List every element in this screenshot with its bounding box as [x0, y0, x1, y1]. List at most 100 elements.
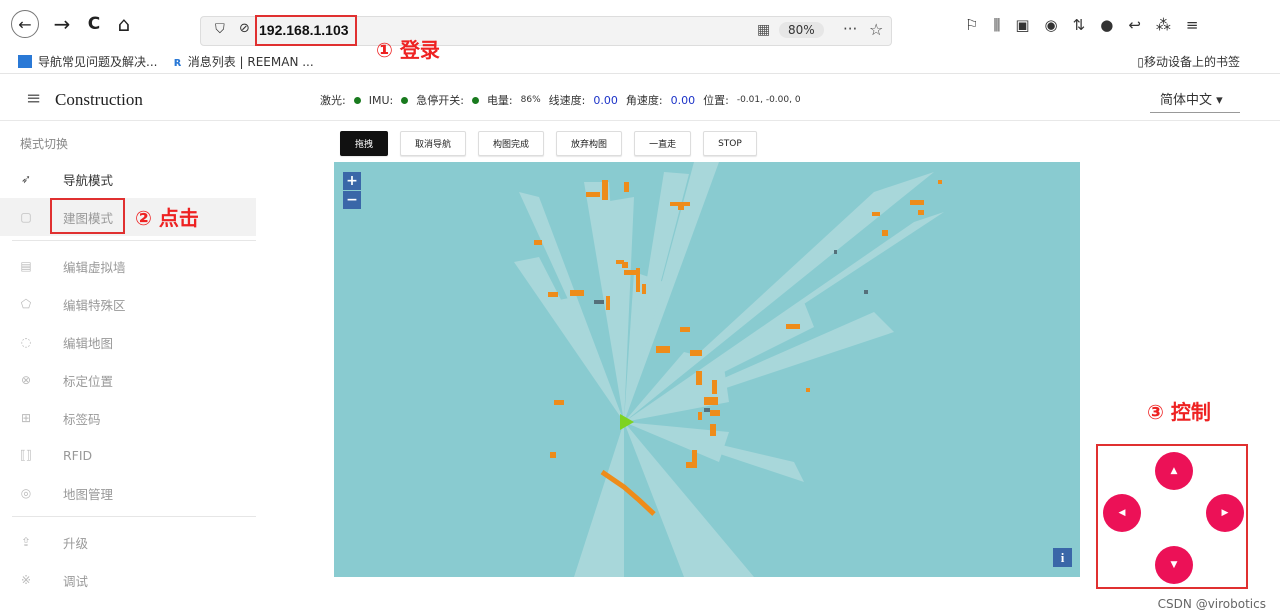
- battery-value: 86%: [520, 95, 541, 105]
- sidebar-item-edit-special-area[interactable]: ⬠ 编辑特殊区: [0, 285, 256, 323]
- sidebar-header: 模式切换: [20, 137, 69, 151]
- laser-status-indicator: [353, 96, 361, 104]
- navigation-arrow-icon: ➶: [20, 172, 32, 186]
- step3-annotation: ③ 控制: [1147, 400, 1211, 424]
- mobile-bookmarks-label: 移动设备上的书签: [1143, 55, 1240, 69]
- angular-speed-label: 角速度:: [625, 94, 663, 107]
- sidebar-item-label: 地图管理: [63, 486, 114, 502]
- share-icon[interactable]: ↩: [1128, 16, 1141, 34]
- bookmark-favicon-icon: [18, 55, 32, 68]
- drag-button[interactable]: 拖拽: [340, 131, 389, 156]
- sidebar-item-label: 调试: [63, 573, 89, 589]
- sidebar-item-label: 编辑地图: [63, 335, 114, 351]
- forward-button[interactable]: →: [48, 10, 76, 38]
- home-button[interactable]: ⌂: [110, 10, 138, 38]
- sidebar-item-calibrate-position[interactable]: ⊗ 标定位置: [0, 361, 256, 399]
- insecure-lock-icon[interactable]: ⊘: [239, 21, 250, 36]
- bookmark-item[interactable]: 导航常见问题及解决...: [18, 53, 157, 70]
- sidebar-divider: [12, 516, 256, 517]
- calibrate-icon: ⊗: [20, 373, 32, 387]
- keep-moving-button[interactable]: 一直走: [634, 131, 692, 156]
- bookmark-label: 消息列表 | REEMAN ...: [187, 55, 314, 69]
- map-zoom-controls: + −: [343, 172, 361, 209]
- move-backward-button[interactable]: ▼: [1155, 546, 1193, 584]
- turn-left-button[interactable]: ◀: [1103, 494, 1141, 532]
- mode-sidebar: 模式切换 ➶ 导航模式 ▢ 建图模式 ▤ 编辑虚拟墙 ⬠ 编辑特殊区 ◌ 编辑地…: [0, 122, 256, 615]
- sidebar-item-label: 编辑特殊区: [63, 297, 126, 313]
- account-icon[interactable]: ◉: [1045, 16, 1058, 34]
- area-icon: ⬠: [20, 297, 32, 311]
- language-underline: [1150, 112, 1240, 113]
- robot-status: 激光: IMU: 急停开关: 电量: 86% 线速度: 0.00 角速度: 0.00 …: [320, 92, 801, 108]
- laser-scan-svg: [514, 162, 944, 577]
- sidebar-item-edit-virtual-wall[interactable]: ▤ 编辑虚拟墙: [0, 247, 256, 285]
- qr-code-icon[interactable]: ▦: [757, 22, 770, 38]
- extension-icon[interactable]: ⇅: [1073, 16, 1086, 34]
- app-title: Construction: [55, 90, 143, 109]
- angular-speed-value: 0.00: [670, 93, 696, 107]
- sidebar-item-edit-map[interactable]: ◌ 编辑地图: [0, 323, 256, 361]
- slam-map-canvas[interactable]: [334, 162, 1080, 577]
- browser-toolbar: ← → C ⌂ ⛉ ⊘ 192.168.1.103 ▦ 80% ··· ☆ ① …: [0, 0, 1280, 62]
- battery-label: 电量:: [486, 94, 513, 107]
- sidebar-divider: [12, 240, 256, 241]
- rfid-icon: ⟦⟧: [20, 448, 32, 462]
- app-header: ≡ Construction 激光: IMU: 急停开关: 电量: 86% 线速度…: [0, 77, 1280, 121]
- chat-icon[interactable]: ●: [1100, 16, 1113, 34]
- finish-mapping-button[interactable]: 构图完成: [478, 131, 545, 156]
- position-value: -0.01, -0.00, 0: [736, 95, 801, 105]
- mapping-mode-highlight-box: [50, 198, 125, 234]
- download-icon[interactable]: ⚐: [965, 16, 978, 34]
- debug-bug-icon: ※: [20, 573, 32, 587]
- estop-label: 急停开关:: [416, 94, 464, 107]
- url-highlight-box: [255, 15, 357, 46]
- upgrade-icon: ⇪: [20, 535, 32, 549]
- bookmark-star-icon[interactable]: ☆: [869, 20, 883, 39]
- zoom-in-button[interactable]: +: [343, 172, 361, 190]
- more-actions-icon[interactable]: ···: [843, 20, 857, 38]
- sidebar-item-navigation-mode[interactable]: ➶ 导航模式: [0, 160, 256, 198]
- sidebar-item-label: 编辑虚拟墙: [63, 259, 126, 275]
- abandon-mapping-button[interactable]: 放弃构图: [556, 131, 623, 156]
- move-forward-button[interactable]: ▲: [1155, 452, 1193, 490]
- turn-right-button[interactable]: ▶: [1206, 494, 1244, 532]
- back-button[interactable]: ←: [11, 10, 39, 38]
- bookmark-item[interactable]: ʀ 消息列表 | REEMAN ...: [174, 53, 314, 70]
- watermark: CSDN @virobotics: [1157, 597, 1266, 611]
- sidebar-icon[interactable]: ▣: [1015, 16, 1029, 34]
- apps-icon[interactable]: ⁂: [1156, 16, 1171, 34]
- sidebar-item-tag-code[interactable]: ⊞ 标签码: [0, 399, 256, 437]
- mobile-bookmarks[interactable]: ▯移动设备上的书签: [1137, 53, 1240, 70]
- stop-button[interactable]: STOP: [703, 131, 757, 156]
- wall-icon: ▤: [20, 259, 32, 273]
- cancel-navigation-button[interactable]: 取消导航: [400, 131, 467, 156]
- language-select[interactable]: 简体中文 ▾: [1160, 89, 1223, 108]
- library-icon[interactable]: ⫼: [993, 16, 1000, 34]
- sidebar-item-label: 标签码: [63, 411, 101, 427]
- qr-tag-icon: ⊞: [20, 411, 32, 425]
- map-toolbar: 拖拽 取消导航 构图完成 放弃构图 一直走 STOP: [340, 131, 757, 156]
- map-info-button[interactable]: i: [1053, 548, 1072, 567]
- estop-status-indicator: [471, 96, 479, 104]
- step2-annotation: ② 点击: [135, 206, 199, 230]
- position-label: 位置:: [703, 94, 729, 107]
- sidebar-item-map-management[interactable]: ◎ 地图管理: [0, 474, 256, 512]
- laser-rays: [514, 162, 944, 577]
- zoom-out-button[interactable]: −: [343, 191, 361, 209]
- imu-label: IMU:: [368, 93, 394, 107]
- reload-button[interactable]: C: [80, 10, 108, 38]
- linear-speed-value: 0.00: [593, 93, 618, 107]
- map-edit-icon: ◌: [20, 335, 32, 349]
- linear-speed-label: 线速度:: [548, 94, 586, 107]
- sidebar-item-label: RFID: [63, 447, 93, 463]
- sidebar-item-debug[interactable]: ※ 调试: [0, 561, 256, 599]
- sidebar-item-label: 升级: [63, 535, 89, 551]
- sidebar-item-upgrade[interactable]: ⇪ 升级: [0, 523, 256, 561]
- zoom-level[interactable]: 80%: [779, 22, 824, 38]
- shield-icon[interactable]: ⛉: [215, 22, 225, 37]
- menu-icon[interactable]: ≡: [26, 88, 41, 109]
- sidebar-item-label: 标定位置: [63, 373, 114, 389]
- sidebar-item-rfid[interactable]: ⟦⟧ RFID: [0, 436, 256, 474]
- sidebar-item-mapping-mode[interactable]: ▢ 建图模式: [0, 198, 256, 236]
- hamburger-menu-icon[interactable]: ≡: [1186, 16, 1199, 34]
